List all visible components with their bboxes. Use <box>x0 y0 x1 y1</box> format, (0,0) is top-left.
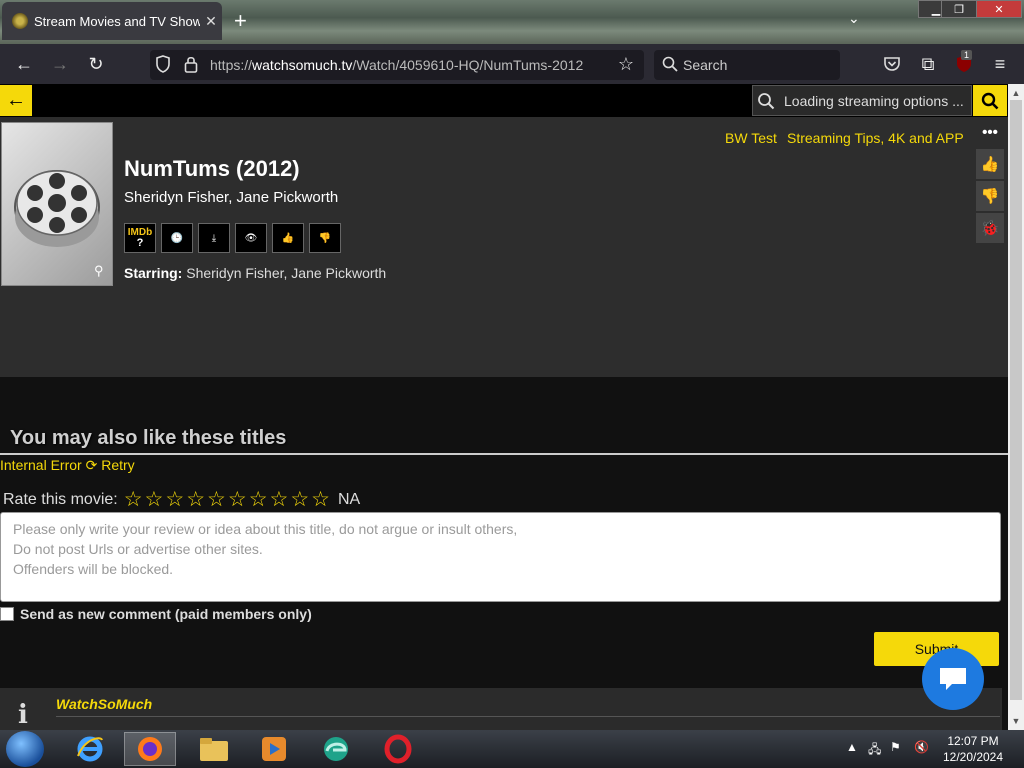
retry-link[interactable]: Retry <box>101 457 134 473</box>
error-line: Internal Error ⟳ Retry <box>0 457 135 474</box>
info-icon: i <box>18 700 28 730</box>
back-arrow-icon[interactable]: ← <box>0 85 32 116</box>
footer-divider <box>56 716 1000 717</box>
site-search-icon <box>757 92 775 115</box>
rating-star-icon[interactable]: ☆ <box>207 487 226 512</box>
firefox-icon[interactable] <box>124 732 176 766</box>
rating-star-icon[interactable]: ☆ <box>290 487 309 512</box>
clock-icon[interactable]: 🕒 <box>161 223 193 253</box>
movie-hero: ⚲ NumTums (2012) Sheridyn Fisher, Jane P… <box>0 117 1008 377</box>
tray-arrow-icon[interactable]: ▲ <box>846 740 858 754</box>
clock-date: 12/20/2024 <box>942 750 1004 764</box>
movie-title: NumTums (2012) <box>124 156 300 181</box>
lock-icon[interactable] <box>180 52 202 76</box>
volume-muted-icon[interactable]: 🔇 <box>914 740 929 754</box>
side-thumbs-down-icon[interactable]: 👎 <box>976 181 1004 211</box>
shield-icon[interactable] <box>152 52 174 76</box>
comment-textarea[interactable] <box>0 512 1001 602</box>
menu-icon[interactable]: ≡ <box>988 52 1012 76</box>
forward-icon[interactable]: → <box>48 52 72 76</box>
scroll-down-icon[interactable]: ▼ <box>1008 714 1024 728</box>
checkbox-label: Send as new comment (paid members only) <box>20 606 312 622</box>
also-like-heading: You may also like these titles <box>10 427 287 449</box>
network-icon[interactable]: 🖧 <box>868 740 881 761</box>
new-comment-checkbox[interactable] <box>0 607 14 621</box>
chevron-down-icon[interactable]: ⌄ <box>848 10 860 27</box>
extension-badge: 1 <box>961 50 973 60</box>
search-icon <box>658 52 682 76</box>
imdb-value: ? <box>136 237 144 249</box>
extensions-icon[interactable]: ⧉ <box>916 52 940 76</box>
rating-star-icon[interactable]: ☆ <box>124 487 143 512</box>
site-favicon-icon <box>12 13 28 29</box>
movie-cast-subtitle: Sheridyn Fisher, Jane Pickworth <box>124 189 339 206</box>
pocket-icon[interactable] <box>880 52 904 76</box>
close-window-icon[interactable]: ✕ <box>976 0 1022 18</box>
thumbs-down-icon[interactable]: 👎 <box>309 223 341 253</box>
starring-label: Starring: <box>124 265 183 281</box>
search-button-icon[interactable] <box>973 85 1007 116</box>
start-button-icon[interactable] <box>6 731 44 767</box>
rating-star-icon[interactable]: ☆ <box>311 487 330 512</box>
bug-report-icon[interactable]: 🐞 <box>976 213 1004 243</box>
rating-value: NA <box>338 490 361 508</box>
flag-icon[interactable]: ⚑ <box>890 740 901 754</box>
download-icon[interactable]: ⤓ <box>198 223 230 253</box>
movie-poster[interactable]: ⚲ <box>1 122 113 286</box>
taskbar-clock[interactable]: 12:07 PM 12/20/2024 <box>936 733 1010 765</box>
side-thumbs-up-icon[interactable]: 👍 <box>976 149 1004 179</box>
edge-icon[interactable] <box>310 732 362 766</box>
scrollbar-thumb[interactable] <box>1010 100 1022 700</box>
chat-bubble-icon[interactable] <box>922 648 984 710</box>
section-divider <box>0 453 1008 455</box>
media-player-icon[interactable] <box>248 732 300 766</box>
error-text: Internal Error <box>0 457 82 473</box>
rating-row: Rate this movie: ☆ ☆ ☆ ☆ ☆ ☆ ☆ ☆ ☆ ☆ NA <box>3 487 360 512</box>
close-tab-icon[interactable]: ✕ <box>200 13 222 30</box>
rating-star-icon[interactable]: ☆ <box>145 487 164 512</box>
rating-star-icon[interactable]: ☆ <box>228 487 247 512</box>
new-tab-icon[interactable]: + <box>234 8 247 34</box>
film-reel-icon <box>14 170 100 247</box>
back-icon[interactable]: ← <box>12 52 36 76</box>
rating-label: Rate this movie: <box>3 490 118 508</box>
scroll-up-icon[interactable]: ▲ <box>1008 86 1024 100</box>
url-text: https://watchsomuch.tv/Watch/4059610-HQ/… <box>210 57 583 73</box>
eye-icon[interactable]: 👁 <box>235 223 267 253</box>
rating-star-icon[interactable]: ☆ <box>165 487 184 512</box>
star-rating[interactable]: ☆ ☆ ☆ ☆ ☆ ☆ ☆ ☆ ☆ ☆ <box>124 487 332 512</box>
retry-icon[interactable]: ⟳ <box>86 457 98 473</box>
bookmark-star-icon[interactable]: ☆ <box>614 52 638 76</box>
file-explorer-icon[interactable] <box>188 732 240 766</box>
starring-line: Starring: Sheridyn Fisher, Jane Pickwort… <box>124 265 386 281</box>
new-comment-checkbox-row[interactable]: Send as new comment (paid members only) <box>0 606 312 622</box>
reload-icon[interactable]: ↻ <box>84 52 108 76</box>
footer-site-name[interactable]: WatchSoMuch <box>56 696 152 712</box>
starring-value: Sheridyn Fisher, Jane Pickworth <box>186 265 387 281</box>
page-content: ← Loading streaming options ... ⚲ NumTum… <box>0 84 1008 730</box>
bw-test-link[interactable]: BW Test <box>725 130 777 146</box>
browser-tab[interactable]: Stream Movies and TV Shows F ✕ <box>2 2 222 40</box>
tab-title: Stream Movies and TV Shows F <box>34 13 200 29</box>
internet-explorer-icon[interactable] <box>64 732 116 766</box>
url-prefix: https:// <box>210 57 253 73</box>
url-path: /Watch/4059610-HQ/NumTums-2012 <box>352 57 584 73</box>
rating-star-icon[interactable]: ☆ <box>249 487 268 512</box>
opera-icon[interactable] <box>372 732 424 766</box>
imdb-button[interactable]: IMDb ? <box>124 223 156 253</box>
zoom-icon[interactable]: ⚲ <box>94 263 104 279</box>
thumbs-up-icon[interactable]: 👍 <box>272 223 304 253</box>
clock-time: 12:07 PM <box>947 734 999 748</box>
restore-icon[interactable]: ❐ <box>941 0 977 18</box>
rating-star-icon[interactable]: ☆ <box>186 487 205 512</box>
browser-search-placeholder: Search <box>683 57 728 73</box>
more-options-icon[interactable]: ••• <box>976 117 1004 147</box>
rating-star-icon[interactable]: ☆ <box>270 487 289 512</box>
site-search-placeholder: Loading streaming options ... <box>784 93 964 109</box>
streaming-tips-link[interactable]: Streaming Tips, 4K and APP <box>787 130 964 146</box>
url-host: watchsomuch.tv <box>252 57 353 73</box>
